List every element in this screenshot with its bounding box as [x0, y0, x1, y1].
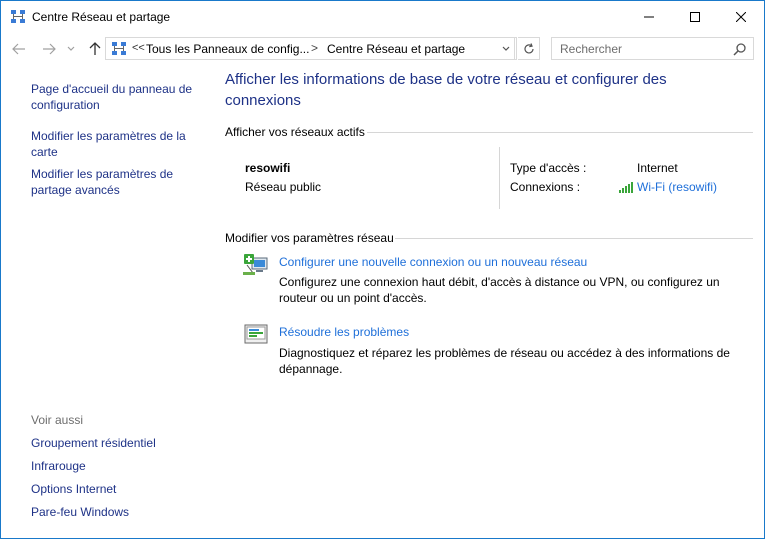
setup-new-connection-description: Configurez une connexion haut débit, d'a…: [279, 275, 720, 305]
troubleshoot-icon: [244, 324, 268, 344]
new-connection-icon: [243, 254, 268, 275]
close-button[interactable]: [718, 1, 764, 32]
wifi-connection-link[interactable]: Wi-Fi (resowifi): [637, 180, 717, 194]
network-name: resowifi: [245, 161, 291, 175]
divider: [499, 147, 500, 209]
breadcrumb-overflow[interactable]: <<: [132, 42, 145, 54]
chevron-down-icon: [502, 46, 509, 51]
search-icon[interactable]: [733, 42, 747, 56]
arrow-up-icon: [89, 42, 101, 55]
wifi-signal-icon: [619, 182, 633, 193]
control-panel-icon: [112, 42, 126, 55]
troubleshoot-problems-link[interactable]: Résoudre les problèmes: [279, 325, 409, 339]
chevron-down-icon: [67, 46, 75, 51]
search-input[interactable]: Rechercher: [551, 37, 754, 60]
search-placeholder: Rechercher: [560, 42, 623, 56]
infrared-link[interactable]: Infrarouge: [31, 458, 206, 474]
recent-locations-button[interactable]: [64, 38, 78, 60]
homegroup-link[interactable]: Groupement résidentiel: [31, 435, 206, 451]
close-icon: [736, 11, 746, 22]
connections-label: Connexions :: [510, 180, 581, 194]
divider: [367, 132, 753, 133]
refresh-button[interactable]: [518, 37, 540, 60]
change-adapter-settings-link[interactable]: Modifier les paramètres de la carte: [31, 128, 206, 160]
breadcrumb-control-panel[interactable]: Tous les Panneaux de config...: [146, 42, 309, 56]
breadcrumb-separator[interactable]: >: [311, 41, 318, 55]
arrow-left-icon: [12, 43, 25, 55]
page-title: Afficher les informations de base de vot…: [225, 71, 667, 109]
minimize-icon: [644, 16, 654, 17]
windows-firewall-link[interactable]: Pare-feu Windows: [31, 504, 206, 520]
minimize-button[interactable]: [626, 1, 672, 32]
back-button[interactable]: [8, 38, 30, 60]
maximize-button[interactable]: [672, 1, 718, 32]
up-button[interactable]: [84, 38, 106, 60]
internet-options-link[interactable]: Options Internet: [31, 481, 206, 497]
left-task-pane: Page d'accueil du panneau de configurati…: [1, 65, 211, 538]
title-bar[interactable]: Centre Réseau et partage: [1, 1, 764, 32]
window-title: Centre Réseau et partage: [32, 10, 171, 24]
troubleshoot-problems-description: Diagnostiquez et réparez les problèmes d…: [279, 346, 730, 376]
access-type-value: Internet: [637, 161, 678, 175]
refresh-icon: [523, 42, 534, 53]
address-history-button[interactable]: [497, 37, 515, 60]
change-advanced-sharing-link[interactable]: Modifier les paramètres de partage avanc…: [31, 166, 206, 198]
setup-new-connection-link[interactable]: Configurer une nouvelle connexion ou un …: [279, 255, 587, 269]
network-center-icon: [11, 10, 25, 23]
address-bar[interactable]: << Tous les Panneaux de config... > Cent…: [105, 37, 517, 60]
control-panel-home-link[interactable]: Page d'accueil du panneau de configurati…: [31, 81, 206, 113]
network-type[interactable]: Réseau public: [245, 180, 321, 194]
see-also-heading: Voir aussi: [31, 413, 84, 427]
network-sharing-center-window: Centre Réseau et partage << Tous les Pan…: [0, 0, 765, 539]
navigation-bar: << Tous les Panneaux de config... > Cent…: [1, 32, 764, 65]
forward-button[interactable]: [38, 38, 60, 60]
access-type-label: Type d'accès :: [510, 161, 587, 175]
breadcrumb-network-center[interactable]: Centre Réseau et partage: [327, 42, 465, 56]
change-settings-header: Modifier vos paramètres réseau: [225, 231, 394, 245]
arrow-right-icon: [43, 43, 56, 55]
divider: [395, 238, 753, 239]
maximize-icon: [690, 11, 700, 22]
active-networks-header: Afficher vos réseaux actifs: [225, 125, 365, 139]
